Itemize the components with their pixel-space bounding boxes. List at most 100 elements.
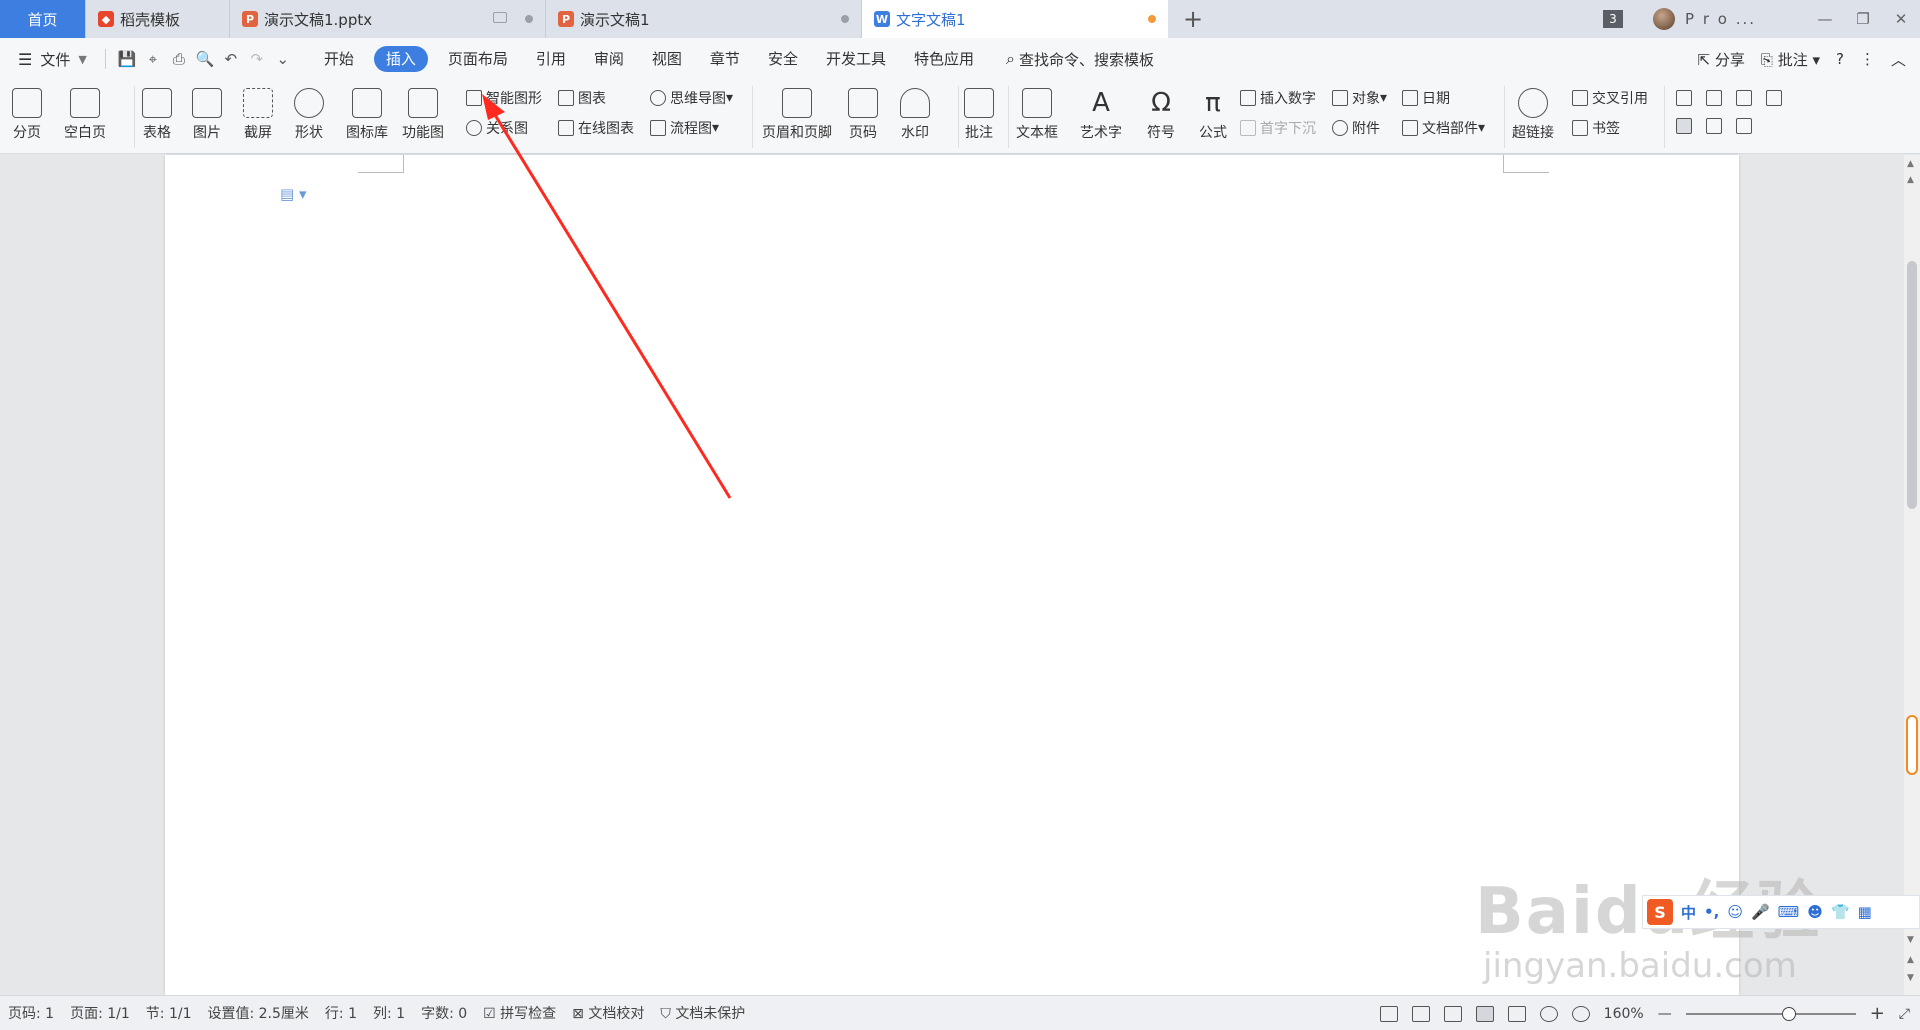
collapse-ribbon-icon[interactable]: ︿ (1891, 49, 1906, 70)
restore-icon[interactable]: ❐ (1844, 10, 1882, 28)
page-down-icon[interactable]: ▼ (1907, 973, 1914, 983)
eye-protection-icon[interactable] (1571, 1005, 1590, 1022)
flowchart-button[interactable]: 流程图 ▾ (650, 118, 719, 138)
zoom-in-button[interactable]: + (1870, 1003, 1885, 1024)
cross-reference-button[interactable]: 交叉引用 (1572, 88, 1648, 108)
menu-item-featured-apps[interactable]: 特色应用 (900, 46, 988, 72)
function-chart-button[interactable]: 功能图 (402, 88, 444, 142)
tab-presentation-pptx[interactable]: P 演示文稿1.pptx (230, 0, 546, 38)
user-name[interactable]: P r o ... (1685, 10, 1756, 28)
customize-toolbar-icon[interactable]: ⌄ (272, 48, 294, 70)
menu-item-insert[interactable]: 插入 (373, 46, 428, 72)
status-words[interactable]: 字数: 0 (413, 1003, 475, 1023)
format-painter-icon[interactable]: ⌖ (142, 48, 164, 70)
online-chart-button[interactable]: 在线图表 (558, 118, 634, 138)
fullscreen-icon[interactable] (1379, 1005, 1398, 1022)
monitor-icon[interactable] (493, 12, 507, 23)
menu-item-references[interactable]: 引用 (522, 46, 580, 72)
form-frame-icon[interactable] (1676, 118, 1692, 134)
blank-page-button[interactable]: 空白页 (64, 88, 106, 142)
menu-item-start[interactable]: 开始 (310, 46, 368, 72)
tab-home[interactable]: 首页 (0, 0, 86, 38)
symbol-button[interactable]: Ω 符号 (1146, 88, 1176, 142)
bookmark-button[interactable]: 书签 (1572, 118, 1620, 138)
picture-button[interactable]: 图片 (192, 88, 222, 142)
object-button[interactable]: 对象 ▾ (1332, 88, 1387, 108)
vertical-scrollbar[interactable]: ▲ ▲ ▼ ▲ ▼ (1904, 155, 1920, 995)
close-icon[interactable] (841, 15, 849, 23)
insert-number-button[interactable]: 插入数字 (1240, 88, 1316, 108)
form-date-icon[interactable] (1736, 118, 1752, 134)
icon-library-button[interactable]: 图标库 (346, 88, 388, 142)
status-setting[interactable]: 设置值: 2.5厘米 (199, 1003, 316, 1023)
file-menu-button[interactable]: ☰ 文件 ▼ (0, 49, 97, 70)
outline-view-icon[interactable] (1507, 1005, 1526, 1022)
new-tab-button[interactable]: + (1168, 0, 1218, 38)
read-mode-icon[interactable] (1411, 1005, 1430, 1022)
status-pages[interactable]: 页面: 1/1 (62, 1003, 138, 1023)
tab-text-document-1[interactable]: W 文字文稿1 (862, 0, 1168, 38)
web-view-icon[interactable] (1539, 1005, 1558, 1022)
undo-icon[interactable]: ↶ (220, 48, 242, 70)
shapes-button[interactable]: 形状 (294, 88, 324, 142)
more-icon[interactable]: ⋮ (1860, 50, 1875, 68)
form-list-icon[interactable] (1736, 90, 1752, 106)
form-checkbox-icon[interactable] (1706, 90, 1722, 106)
print-preview-icon[interactable]: 🔍 (194, 48, 216, 70)
menu-item-page-layout[interactable]: 页面布局 (434, 46, 522, 72)
status-section[interactable]: 节: 1/1 (138, 1003, 200, 1023)
close-icon[interactable] (525, 15, 533, 23)
paste-options-icon[interactable]: ▤ ▾ (280, 185, 306, 203)
scroll-thumb[interactable] (1907, 261, 1917, 509)
unsaved-dot-icon[interactable] (1148, 15, 1156, 23)
screenshot-button[interactable]: 截屏 (243, 88, 273, 142)
menu-item-view[interactable]: 视图 (638, 46, 696, 72)
expand-icon[interactable]: ⤢ (1899, 1006, 1910, 1022)
scroll-up-icon[interactable]: ▲ (1907, 159, 1914, 169)
microphone-icon[interactable]: 🎤 (1751, 903, 1770, 921)
table-button[interactable]: 表格 (142, 88, 172, 142)
zoom-level[interactable]: 160% (1604, 1006, 1644, 1022)
form-dropdown-icon[interactable] (1766, 90, 1782, 106)
toolbox-icon[interactable]: ▦ (1858, 903, 1872, 921)
attachment-button[interactable]: 附件 (1332, 118, 1380, 138)
page-number-button[interactable]: 页码 (848, 88, 878, 142)
proofread-button[interactable]: ⊠ 文档校对 (564, 1003, 652, 1023)
watermark-button[interactable]: 水印 (900, 88, 930, 142)
emoji-icon[interactable]: ☺ (1727, 903, 1743, 921)
page-view-icon[interactable] (1475, 1005, 1494, 1022)
page-break-button[interactable]: 分页 (12, 88, 42, 142)
write-mode-icon[interactable] (1443, 1005, 1462, 1022)
print-icon[interactable]: ⎙ (168, 48, 190, 70)
close-window-icon[interactable]: ✕ (1882, 10, 1920, 28)
chart-button[interactable]: 图表 (558, 88, 606, 108)
minimize-icon[interactable]: — (1806, 10, 1844, 28)
help-icon[interactable]: ? (1836, 50, 1844, 68)
keyboard-icon[interactable]: ⌨ (1778, 903, 1800, 921)
command-search[interactable]: ⌕ 查找命令、搜索模板 (1006, 49, 1154, 70)
relation-chart-button[interactable]: 关系图 (466, 118, 528, 138)
user-icon[interactable]: ☻ (1807, 903, 1823, 921)
page-up-icon[interactable]: ▲ (1907, 955, 1914, 965)
doc-parts-button[interactable]: 文档部件 ▾ (1402, 118, 1485, 138)
wordart-button[interactable]: A 艺术字 (1080, 88, 1122, 142)
scroll-up-icon[interactable]: ▲ (1907, 175, 1914, 185)
menu-item-chapter[interactable]: 章节 (696, 46, 754, 72)
save-icon[interactable]: 💾 (116, 48, 138, 70)
menu-item-security[interactable]: 安全 (754, 46, 812, 72)
menu-item-developer[interactable]: 开发工具 (812, 46, 900, 72)
status-row[interactable]: 行: 1 (317, 1003, 365, 1023)
status-col[interactable]: 列: 1 (365, 1003, 413, 1023)
form-textbox-icon[interactable] (1676, 90, 1692, 106)
window-count-badge[interactable]: 3 (1603, 10, 1623, 28)
comment-button[interactable]: ⎘ 批注 ▾ (1761, 49, 1820, 70)
zoom-slider[interactable] (1685, 1006, 1856, 1021)
protect-status-button[interactable]: ⛉ 文档未保护 (652, 1003, 753, 1023)
smart-shape-button[interactable]: 智能图形 (466, 88, 542, 108)
avatar[interactable] (1653, 8, 1675, 30)
zoom-out-button[interactable]: — (1658, 1006, 1672, 1022)
punctuation-icon[interactable]: •, (1704, 903, 1719, 921)
form-picture-icon[interactable] (1706, 118, 1722, 134)
header-footer-button[interactable]: 页眉和页脚 (762, 88, 832, 142)
mindmap-button[interactable]: 思维导图 ▾ (650, 88, 733, 108)
